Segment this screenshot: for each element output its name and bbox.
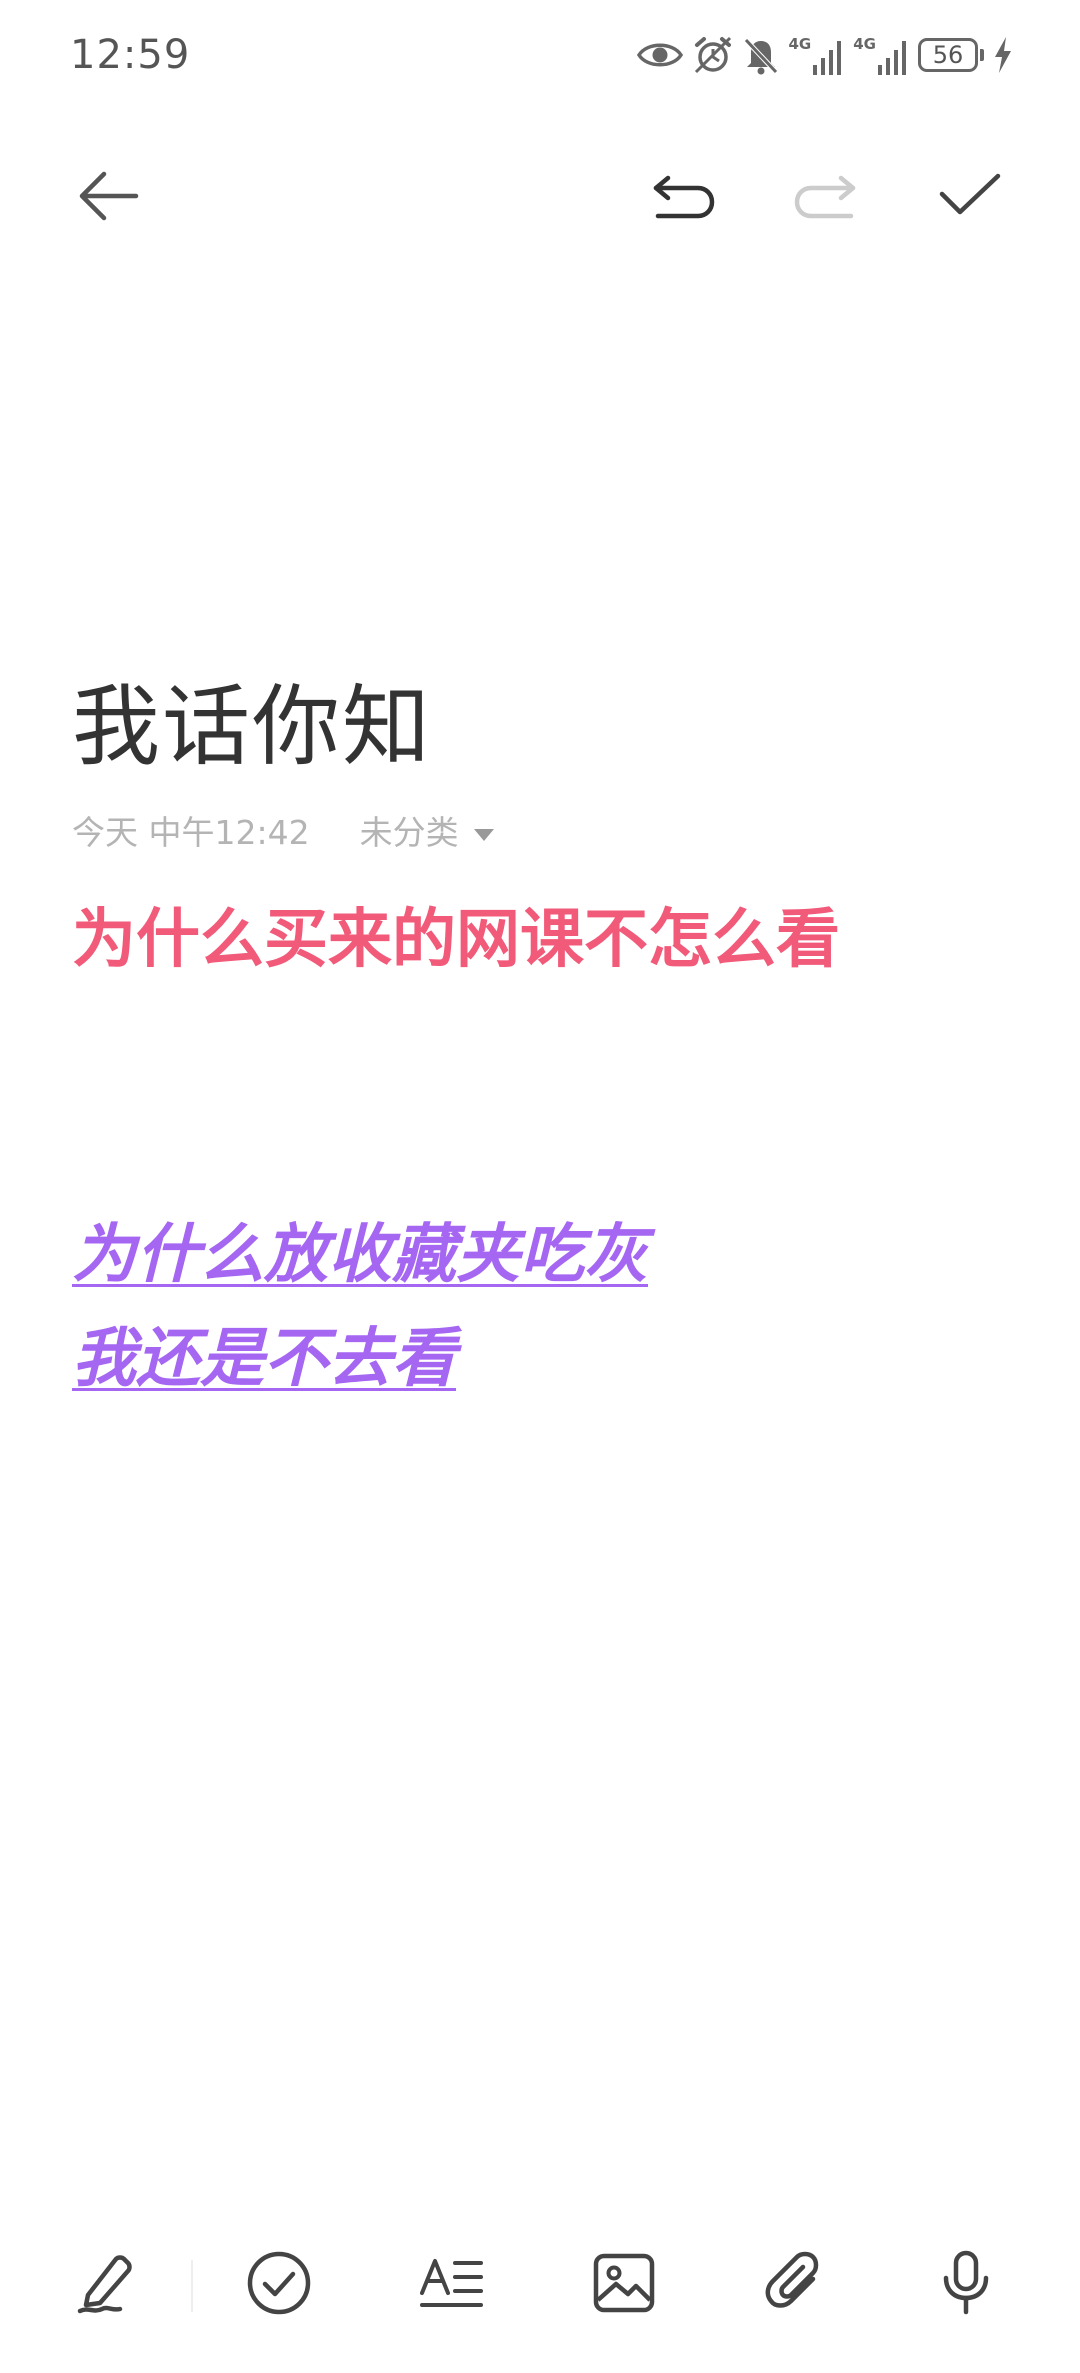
voice-input-button[interactable] [926, 2245, 1006, 2325]
text-format-button[interactable] [412, 2245, 492, 2325]
status-time: 12:59 [70, 32, 191, 78]
note-date: 今天 中午12:42 [72, 813, 310, 852]
category-selector[interactable]: 未分类 [360, 806, 495, 854]
pen-icon [76, 2251, 140, 2319]
eye-icon [636, 39, 683, 71]
checklist-icon [246, 2250, 312, 2320]
note-category: 未分类 [359, 813, 459, 852]
text-format-icon [419, 2255, 485, 2315]
microphone-icon [940, 2250, 992, 2320]
battery-icon: 56 [918, 38, 984, 72]
note-title[interactable]: 我话你知 [72, 672, 432, 782]
charging-icon [994, 37, 1012, 73]
status-icons: 4G 4G 56 [636, 30, 1013, 80]
note-body-purple: 为什么放收藏夹吃灰 我还是不去看 [72, 1203, 648, 1411]
alarm-icon [693, 35, 733, 75]
dropdown-triangle-icon [473, 811, 495, 850]
checklist-button[interactable] [239, 2245, 319, 2325]
status-bar: 12:59 4G 4G 56 [0, 0, 1080, 110]
back-arrow-icon [76, 164, 140, 232]
bottom-toolbar [0, 2230, 1080, 2340]
attachment-icon [763, 2251, 827, 2319]
signal-4g-icon: 4G [853, 35, 908, 75]
battery-level: 56 [918, 38, 978, 72]
undo-icon [650, 172, 716, 224]
network-type-label: 4G [788, 35, 812, 53]
handwriting-button[interactable] [68, 2245, 148, 2325]
toolbar-divider [191, 2260, 193, 2312]
image-icon [592, 2252, 656, 2318]
check-icon [938, 172, 1002, 224]
done-button[interactable] [932, 160, 1008, 236]
bell-off-icon [743, 35, 779, 75]
note-line-highlight[interactable]: 为什么买来的网课不怎么看 [72, 892, 840, 988]
note-editor-screen: 12:59 4G 4G 56 我话你知 今天 中午12:42 未分类 为什么买来… [0, 0, 1080, 2373]
note-meta: 今天 中午12:42 未分类 [72, 808, 495, 852]
battery-tip [980, 49, 984, 61]
signal-4g-icon: 4G [789, 35, 844, 75]
note-line[interactable]: 为什么放收藏夹吃灰 [72, 1203, 648, 1307]
insert-image-button[interactable] [584, 2245, 664, 2325]
network-type-label: 4G [853, 35, 876, 53]
redo-button[interactable] [788, 160, 864, 236]
note-line[interactable]: 我还是不去看 [72, 1307, 648, 1411]
redo-icon [793, 172, 859, 224]
attachment-button[interactable] [755, 2245, 835, 2325]
back-button[interactable] [70, 160, 146, 236]
undo-button[interactable] [645, 160, 721, 236]
